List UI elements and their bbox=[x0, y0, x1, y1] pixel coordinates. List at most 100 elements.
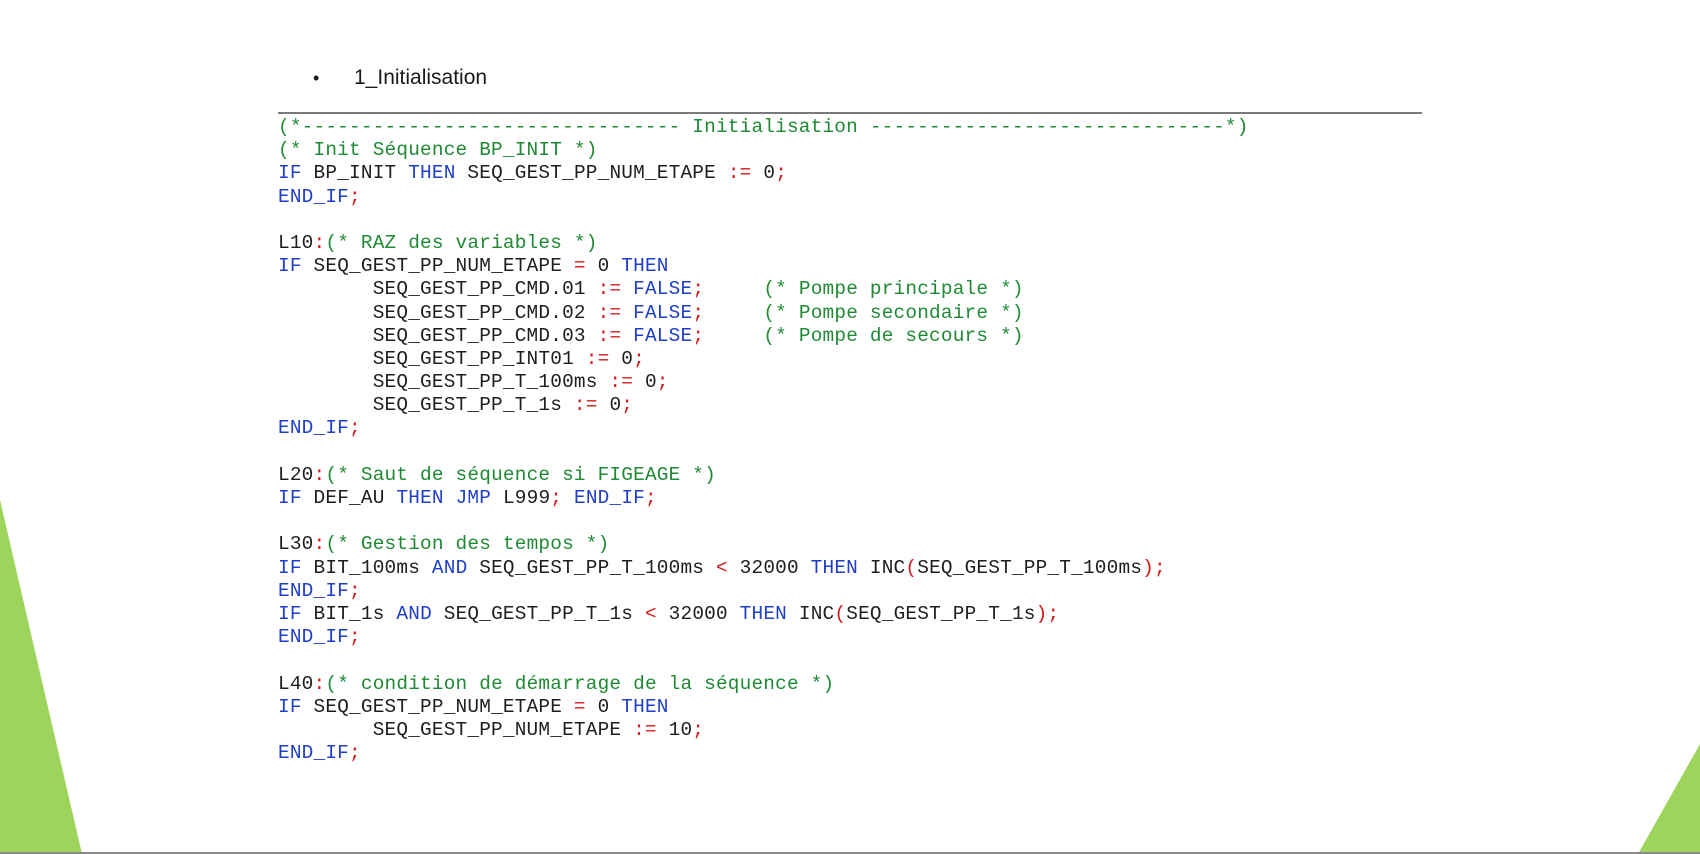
code-operator: ; bbox=[349, 626, 361, 649]
code-text: BP_INIT bbox=[301, 162, 409, 185]
code-comment: (*-------------------------------- Initi… bbox=[278, 116, 1249, 138]
code-text: DEF_AU bbox=[301, 487, 397, 509]
bullet-text: 1_Initialisation bbox=[354, 66, 488, 89]
code-comment: (* Pompe principale *) bbox=[763, 278, 1024, 301]
code-text: INC bbox=[858, 556, 906, 579]
code-line: SEQ_GEST_PP_T_100ms := 0; bbox=[278, 371, 1249, 394]
code-text: 10 bbox=[656, 718, 693, 741]
code-line: L30:(* Gestion des tempos *) bbox=[278, 533, 1249, 556]
code-operator: : bbox=[313, 231, 326, 254]
code-operator: ); bbox=[1035, 602, 1060, 625]
code-line: IF BP_INIT THEN SEQ_GEST_PP_NUM_ETAPE :=… bbox=[278, 162, 1249, 185]
code-operator: ; bbox=[645, 487, 657, 509]
code-operator: ; bbox=[633, 347, 645, 370]
code-operator: ; bbox=[692, 718, 705, 741]
code-keyword: END_IF bbox=[278, 626, 350, 649]
code-text: L40 bbox=[278, 672, 314, 695]
left-green-accent bbox=[0, 500, 82, 854]
code-operator: < bbox=[644, 602, 657, 625]
code-line: SEQ_GEST_PP_T_1s := 0; bbox=[278, 394, 1249, 417]
code-operator: ; bbox=[692, 301, 705, 324]
code-comment: (* Init Séquence BP_INIT *) bbox=[278, 139, 598, 162]
code-keyword: AND bbox=[431, 556, 468, 579]
bullet-item: • 1_Initialisation bbox=[313, 66, 487, 90]
code-text: 32000 bbox=[727, 556, 811, 579]
code-operator: ; bbox=[349, 579, 361, 602]
code-operator: ; bbox=[775, 162, 788, 185]
code-text: SEQ_GEST_PP_T_100ms bbox=[278, 371, 610, 394]
code-keyword: END_IF bbox=[278, 185, 350, 208]
code-line: END_IF; bbox=[278, 626, 1249, 649]
code-text: SEQ_GEST_PP_T_1s bbox=[431, 602, 645, 625]
code-text: 0 bbox=[585, 695, 622, 718]
code-operator: ; bbox=[692, 278, 705, 301]
code-text: SEQ_GEST_PP_NUM_ETAPE bbox=[278, 718, 634, 741]
code-text: 0 bbox=[751, 162, 776, 185]
code-line: IF BIT_1s AND SEQ_GEST_PP_T_1s < 32000 T… bbox=[278, 603, 1249, 626]
code-text: SEQ_GEST_PP_T_1s bbox=[278, 394, 574, 417]
code-text: SEQ_GEST_PP_CMD.01 bbox=[278, 278, 598, 301]
code-comment: (* Pompe secondaire *) bbox=[763, 301, 1024, 324]
code-keyword: JMP bbox=[455, 487, 492, 509]
code-keyword: FALSE bbox=[633, 324, 693, 347]
code-listing: (*-------------------------------- Initi… bbox=[278, 116, 1249, 765]
code-text: SEQ_GEST_PP_T_100ms bbox=[917, 556, 1143, 579]
code-operator: := bbox=[585, 347, 610, 370]
code-text: SEQ_GEST_PP_NUM_ETAPE bbox=[301, 695, 574, 718]
code-text: SEQ_GEST_PP_INT01 bbox=[278, 347, 586, 370]
code-operator: : bbox=[313, 463, 326, 486]
code-operator: ; bbox=[692, 324, 705, 347]
code-text: L30 bbox=[278, 533, 314, 556]
code-text: SEQ_GEST_PP_CMD.02 bbox=[278, 301, 598, 324]
code-operator: := bbox=[597, 278, 622, 301]
code-text: SEQ_GEST_PP_T_1s bbox=[846, 602, 1036, 625]
code-operator: := bbox=[727, 162, 752, 185]
code-text: L10 bbox=[278, 231, 314, 254]
code-keyword: END_IF bbox=[278, 742, 350, 765]
code-line: IF SEQ_GEST_PP_NUM_ETAPE = 0 THEN bbox=[278, 696, 1249, 719]
code-keyword: AND bbox=[396, 602, 432, 625]
code-text: 0 bbox=[609, 347, 634, 370]
code-operator: := bbox=[597, 301, 622, 324]
code-text: INC bbox=[787, 602, 835, 625]
code-operator: := bbox=[633, 718, 657, 741]
code-operator: = bbox=[573, 695, 586, 718]
code-comment: (* Saut de séquence si FIGEAGE *) bbox=[325, 463, 716, 486]
code-comment: (* condition de démarrage de la séquence… bbox=[325, 672, 835, 695]
code-text: SEQ_GEST_PP_T_100ms bbox=[467, 556, 716, 579]
code-keyword: IF bbox=[278, 162, 302, 185]
code-text: 0 bbox=[585, 255, 622, 278]
code-keyword: THEN bbox=[810, 556, 859, 579]
code-line: END_IF; bbox=[278, 417, 1249, 440]
code-operator: ; bbox=[349, 185, 361, 208]
code-operator: = bbox=[573, 255, 586, 278]
bullet-marker: • bbox=[313, 67, 320, 88]
code-keyword: FALSE bbox=[633, 301, 693, 324]
code-line: (*-------------------------------- Initi… bbox=[278, 116, 1249, 139]
code-operator: ; bbox=[656, 371, 669, 394]
code-operator: ( bbox=[905, 556, 918, 579]
code-text: BIT_1s bbox=[301, 602, 397, 625]
code-line: SEQ_GEST_PP_CMD.03 := FALSE; (* Pompe de… bbox=[278, 325, 1249, 348]
code-comment: (* RAZ des variables *) bbox=[325, 231, 598, 254]
code-line: SEQ_GEST_PP_NUM_ETAPE := 10; bbox=[278, 719, 1249, 742]
code-line: L10:(* RAZ des variables *) bbox=[278, 232, 1249, 255]
code-keyword: THEN bbox=[621, 255, 669, 278]
code-top-border bbox=[278, 112, 1422, 114]
code-keyword: FALSE bbox=[633, 278, 693, 301]
code-text: SEQ_GEST_PP_NUM_ETAPE bbox=[455, 162, 728, 185]
code-keyword: END_IF bbox=[573, 487, 646, 509]
code-text: L20 bbox=[278, 463, 314, 486]
code-line: END_IF; bbox=[278, 580, 1249, 603]
code-operator: ( bbox=[834, 602, 847, 625]
code-text: 0 bbox=[633, 371, 657, 394]
code-comment: (* Gestion des tempos *) bbox=[325, 533, 610, 556]
code-line: L40:(* condition de démarrage de la séqu… bbox=[278, 673, 1249, 696]
